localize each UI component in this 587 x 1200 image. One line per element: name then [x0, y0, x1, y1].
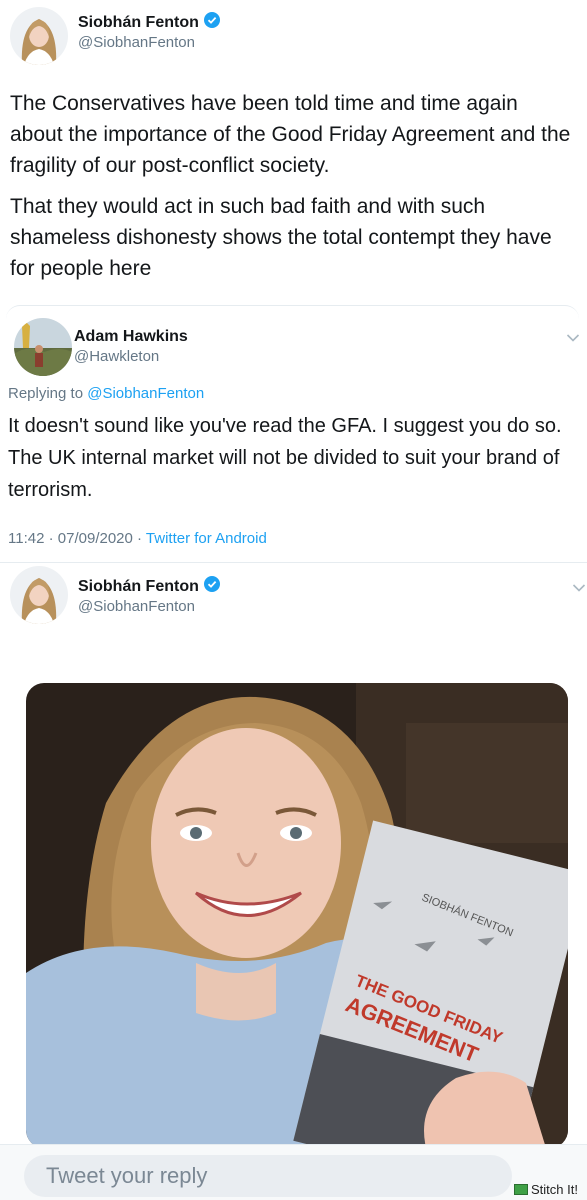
- stitch-label: Stitch It!: [531, 1182, 578, 1197]
- chevron-down-icon[interactable]: [566, 330, 580, 348]
- reply-tweet[interactable]: Adam Hawkins @Hawkleton Replying to @Sio…: [6, 305, 580, 558]
- avatar[interactable]: [10, 7, 68, 65]
- display-name[interactable]: Adam Hawkins: [74, 328, 188, 346]
- stitch-watermark: Stitch It!: [514, 1182, 578, 1197]
- verified-badge-icon: [203, 12, 220, 33]
- replying-to-mention[interactable]: @SiobhanFenton: [87, 385, 204, 402]
- chevron-down-icon[interactable]: [572, 580, 586, 598]
- handle[interactable]: @Hawkleton: [74, 348, 159, 365]
- replying-to: Replying to @SiobhanFenton: [8, 385, 204, 402]
- avatar[interactable]: [14, 318, 72, 376]
- tweet-paragraph: The Conservatives have been told time an…: [10, 92, 571, 177]
- tweet-time: 11:42: [8, 530, 45, 547]
- tweet-client[interactable]: Twitter for Android: [146, 530, 267, 547]
- display-name-row: Siobhán Fenton: [78, 576, 220, 597]
- meta-separator: ·: [44, 530, 58, 547]
- tweet-date: 07/09/2020: [57, 530, 133, 547]
- reply-bar: Tweet your reply Stitch It!: [0, 1144, 587, 1200]
- display-name-row: Siobhán Fenton: [78, 12, 220, 33]
- tweet-text: The Conservatives have been told time an…: [10, 88, 575, 284]
- tweet-original: Siobhán Fenton @SiobhanFenton The Conser…: [0, 0, 587, 300]
- tweet-reply-input[interactable]: Tweet your reply: [24, 1155, 512, 1197]
- replying-prefix: Replying to: [8, 385, 88, 402]
- tweet-photo[interactable]: SIOBHÁN FENTON THE GOOD FRIDAY AGREEMENT: [26, 683, 568, 1148]
- verified-badge-icon: [203, 576, 220, 597]
- display-name[interactable]: Siobhán Fenton: [78, 14, 199, 32]
- tweet-text: It doesn't sound like you've read the GF…: [8, 415, 562, 501]
- meta-separator: ·: [132, 530, 146, 547]
- stitch-icon: [514, 1184, 528, 1195]
- tweet-paragraph: That they would act in such bad faith an…: [10, 195, 552, 280]
- tweet-metadata: 11:42 · 07/09/2020 · Twitter for Android: [8, 530, 267, 547]
- handle[interactable]: @SiobhanFenton: [78, 598, 195, 615]
- avatar[interactable]: [10, 566, 68, 624]
- display-name[interactable]: Siobhán Fenton: [78, 578, 199, 596]
- handle[interactable]: @SiobhanFenton: [78, 34, 195, 51]
- display-name-row: Adam Hawkins: [74, 328, 188, 346]
